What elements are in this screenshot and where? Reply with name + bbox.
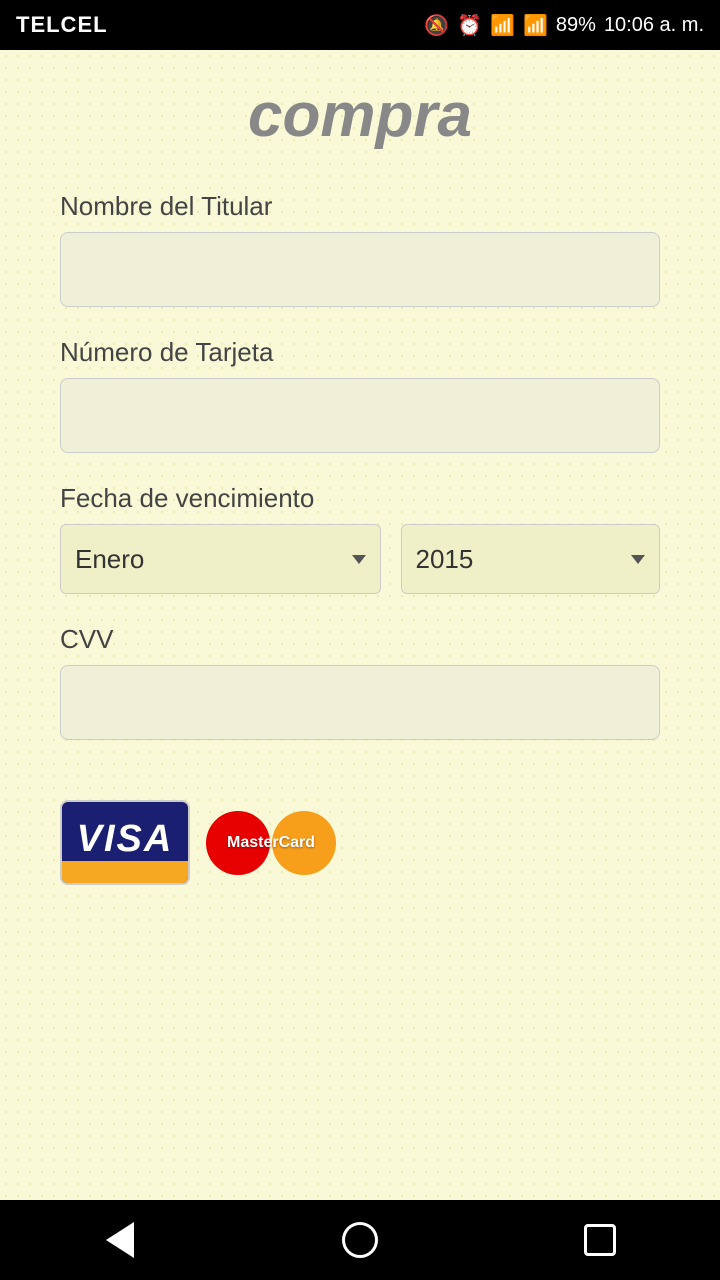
month-select[interactable]: Enero Febrero Marzo Abril Mayo Junio Jul…	[60, 524, 381, 594]
date-row: Enero Febrero Marzo Abril Mayo Junio Jul…	[60, 524, 660, 594]
nombre-group: Nombre del Titular	[60, 191, 660, 307]
mute-icon: 🔕	[424, 13, 449, 38]
fecha-group: Fecha de vencimiento Enero Febrero Marzo…	[60, 483, 660, 594]
visa-text: VISA	[77, 818, 174, 861]
tarjeta-label: Número de Tarjeta	[60, 337, 660, 368]
card-logos: VISA MasterCard	[60, 800, 660, 885]
recents-icon	[584, 1224, 616, 1256]
visa-logo: VISA	[60, 800, 190, 885]
signal-icon: 📶	[523, 13, 548, 38]
tarjeta-input[interactable]	[60, 378, 660, 453]
nombre-label: Nombre del Titular	[60, 191, 660, 222]
carrier-label: TELCEL	[16, 12, 108, 38]
fecha-label: Fecha de vencimiento	[60, 483, 660, 514]
mastercard-text: MasterCard	[227, 833, 315, 852]
tarjeta-group: Número de Tarjeta	[60, 337, 660, 453]
home-button[interactable]	[335, 1215, 385, 1265]
cvv-input[interactable]	[60, 665, 660, 740]
alarm-icon: ⏰	[457, 13, 482, 38]
back-icon	[106, 1222, 134, 1258]
status-icons: 🔕 ⏰ 📶 📶 89% 10:06 a. m.	[424, 13, 704, 38]
battery-label: 89%	[556, 14, 596, 37]
back-button[interactable]	[95, 1215, 145, 1265]
year-select[interactable]: 2015 2016 2017 2018 2019 2020 2021 2022 …	[401, 524, 660, 594]
recents-button[interactable]	[575, 1215, 625, 1265]
nav-bar	[0, 1200, 720, 1280]
mastercard-logo: MasterCard	[206, 800, 336, 885]
home-icon	[342, 1222, 378, 1258]
cvv-label: CVV	[60, 624, 660, 655]
nombre-input[interactable]	[60, 232, 660, 307]
page-title: compra	[60, 80, 660, 151]
cvv-group: CVV	[60, 624, 660, 740]
wifi-icon: 📶	[490, 13, 515, 38]
status-bar: TELCEL 🔕 ⏰ 📶 📶 89% 10:06 a. m.	[0, 0, 720, 50]
time-label: 10:06 a. m.	[604, 14, 704, 37]
main-content: compra Nombre del Titular Número de Tarj…	[0, 50, 720, 1200]
